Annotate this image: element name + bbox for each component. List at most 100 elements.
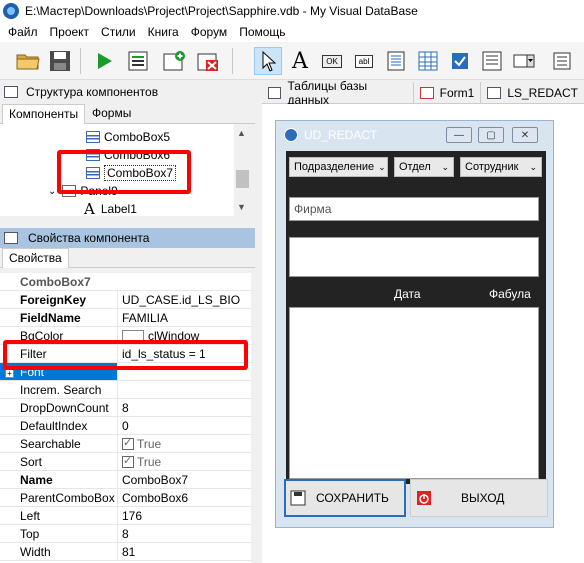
save-button[interactable]: СОХРАНИТЬ	[284, 479, 406, 517]
prop-key: FieldName	[0, 309, 118, 326]
label-icon[interactable]: A	[286, 47, 314, 75]
prop-value[interactable]: ComboBox7	[118, 473, 188, 487]
properties-icon	[4, 232, 18, 244]
prop-row-foreignkey[interactable]: ForeignKey UD_CASE.id_LS_BIO	[0, 291, 251, 309]
label-date: Дата	[394, 287, 421, 301]
grid-icon[interactable]	[414, 47, 442, 75]
prop-key: ParentComboBox	[0, 489, 118, 506]
prop-key: Sort	[0, 453, 118, 470]
prop-value[interactable]: 8	[118, 527, 129, 541]
close-icon[interactable]: ✕	[512, 127, 538, 143]
memo-icon[interactable]	[382, 47, 410, 75]
prop-row-increm-search[interactable]: Increm. Search	[0, 381, 251, 399]
checkbox[interactable]	[122, 454, 134, 469]
structure-tabs: Компоненты Формы	[0, 102, 255, 124]
tab-ls-redact[interactable]: LS_REDACT	[481, 82, 584, 104]
structure-panel-title: Структура компонентов	[0, 82, 255, 102]
prop-row-sort[interactable]: Sort True	[0, 453, 251, 471]
edit-icon[interactable]: abl	[350, 47, 378, 75]
form-ud-redact[interactable]: UD_REDACT — ▢ ✕ Подразделение ⌄ Отдел ⌄ Со…	[275, 120, 554, 528]
prop-row-name[interactable]: Name ComboBox7	[0, 471, 251, 489]
prop-value[interactable]: UD_CASE.id_LS_BIO	[118, 293, 240, 307]
form-app-icon	[284, 128, 298, 142]
checkbox-icon[interactable]	[446, 47, 474, 75]
open-folder-icon[interactable]	[14, 47, 42, 75]
run-icon[interactable]	[90, 47, 118, 75]
save-button-label: СОХРАНИТЬ	[316, 491, 389, 505]
prop-value[interactable]: FAMILIA	[118, 311, 168, 325]
exit-button[interactable]: ВЫХОД	[410, 479, 548, 517]
tab-components[interactable]: Компоненты	[2, 104, 86, 124]
form-list-icon[interactable]	[124, 47, 152, 75]
maximize-icon[interactable]: ▢	[478, 127, 504, 143]
combo-value: Отдел	[399, 161, 431, 173]
prop-row-left[interactable]: Left 176	[0, 507, 251, 525]
combo-icon[interactable]	[510, 47, 538, 75]
combobox-icon	[86, 131, 100, 143]
prop-row-defaultindex[interactable]: DefaultIndex 0	[0, 417, 251, 435]
tree-item-label1[interactable]: A Label1	[84, 200, 137, 216]
firm-field[interactable]: Фирма	[289, 197, 539, 221]
extra-icon[interactable]	[548, 47, 576, 75]
scroll-thumb[interactable]	[236, 170, 249, 188]
tab-properties[interactable]: Свойства	[2, 248, 69, 268]
menu-help[interactable]: Помощь	[233, 25, 291, 39]
prop-key: Name	[0, 471, 118, 488]
prop-row-top[interactable]: Top 8	[0, 525, 251, 543]
properties-title: Свойства компонента	[28, 231, 150, 245]
expand-icon[interactable]: +	[5, 369, 14, 378]
menu-styles[interactable]: Стили	[95, 25, 142, 39]
new-form-icon[interactable]	[160, 47, 188, 75]
tree-item-label: ComboBox5	[104, 130, 171, 144]
save-icon[interactable]	[46, 47, 74, 75]
property-grid-header: ComboBox7	[0, 273, 251, 291]
prop-row-fieldname[interactable]: FieldName FAMILIA	[0, 309, 251, 327]
prop-value[interactable]: 176	[118, 509, 142, 523]
prop-value-text: True	[137, 436, 162, 451]
combo-value: Подразделение	[294, 161, 375, 173]
chevron-down-icon[interactable]: ⌄	[48, 186, 56, 197]
tab-label: LS_REDACT	[507, 85, 578, 100]
chevron-down-icon: ⌄	[441, 161, 449, 172]
checkbox[interactable]	[122, 436, 134, 451]
combo-department[interactable]: Подразделение ⌄	[289, 157, 388, 177]
prop-row-searchable[interactable]: Searchable True	[0, 435, 251, 453]
menu-forum[interactable]: Форум	[185, 25, 233, 39]
tab-forms[interactable]: Формы	[86, 104, 137, 124]
prop-value[interactable]: 0	[118, 419, 129, 433]
prop-key: ForeignKey	[0, 291, 118, 308]
data-grid[interactable]	[289, 307, 539, 479]
prop-row-width[interactable]: Width 81	[0, 543, 251, 561]
combo-division[interactable]: Отдел ⌄	[394, 157, 454, 177]
prop-value[interactable]: ComboBox6	[118, 491, 188, 505]
scroll-down-icon[interactable]: ▼	[237, 202, 246, 212]
list-icon[interactable]	[478, 47, 506, 75]
menu-book[interactable]: Книга	[142, 25, 185, 39]
minimize-icon[interactable]: —	[446, 127, 472, 143]
prop-row-parentcombobox[interactable]: ParentComboBox ComboBox6	[0, 489, 251, 507]
combo-employee[interactable]: Сотрудник ⌄	[460, 157, 542, 177]
menu-file[interactable]: Файл	[2, 25, 44, 39]
tree-item-combobox5[interactable]: ComboBox5	[86, 128, 170, 146]
power-icon	[417, 491, 431, 505]
scroll-up-icon[interactable]: ▲	[237, 128, 246, 138]
button-icon-text: OK	[322, 54, 342, 68]
prop-value[interactable]: True	[118, 454, 161, 469]
prop-value[interactable]: 8	[118, 401, 129, 415]
button-icon[interactable]: OK	[318, 47, 346, 75]
delete-form-icon[interactable]	[194, 47, 222, 75]
memo-field[interactable]	[289, 237, 539, 277]
prop-value[interactable]: True	[118, 436, 162, 451]
form-icon	[419, 86, 434, 99]
tree-scrollbar[interactable]: ▲ ▼	[234, 124, 251, 216]
tab-database-tables[interactable]: Таблицы базы данных	[262, 79, 414, 107]
tab-form1[interactable]: Form1	[414, 81, 482, 104]
prop-value[interactable]: 81	[118, 545, 135, 559]
tab-label: Form1	[439, 85, 475, 100]
designer-tabs: Таблицы базы данных Form1 LS_REDACT	[262, 79, 584, 107]
prop-key: DefaultIndex	[0, 417, 118, 434]
prop-row-dropdowncount[interactable]: DropDownCount 8	[0, 399, 251, 417]
pointer-icon[interactable]	[254, 47, 282, 75]
structure-title: Структура компонентов	[26, 85, 159, 99]
menu-project[interactable]: Проект	[44, 25, 96, 39]
